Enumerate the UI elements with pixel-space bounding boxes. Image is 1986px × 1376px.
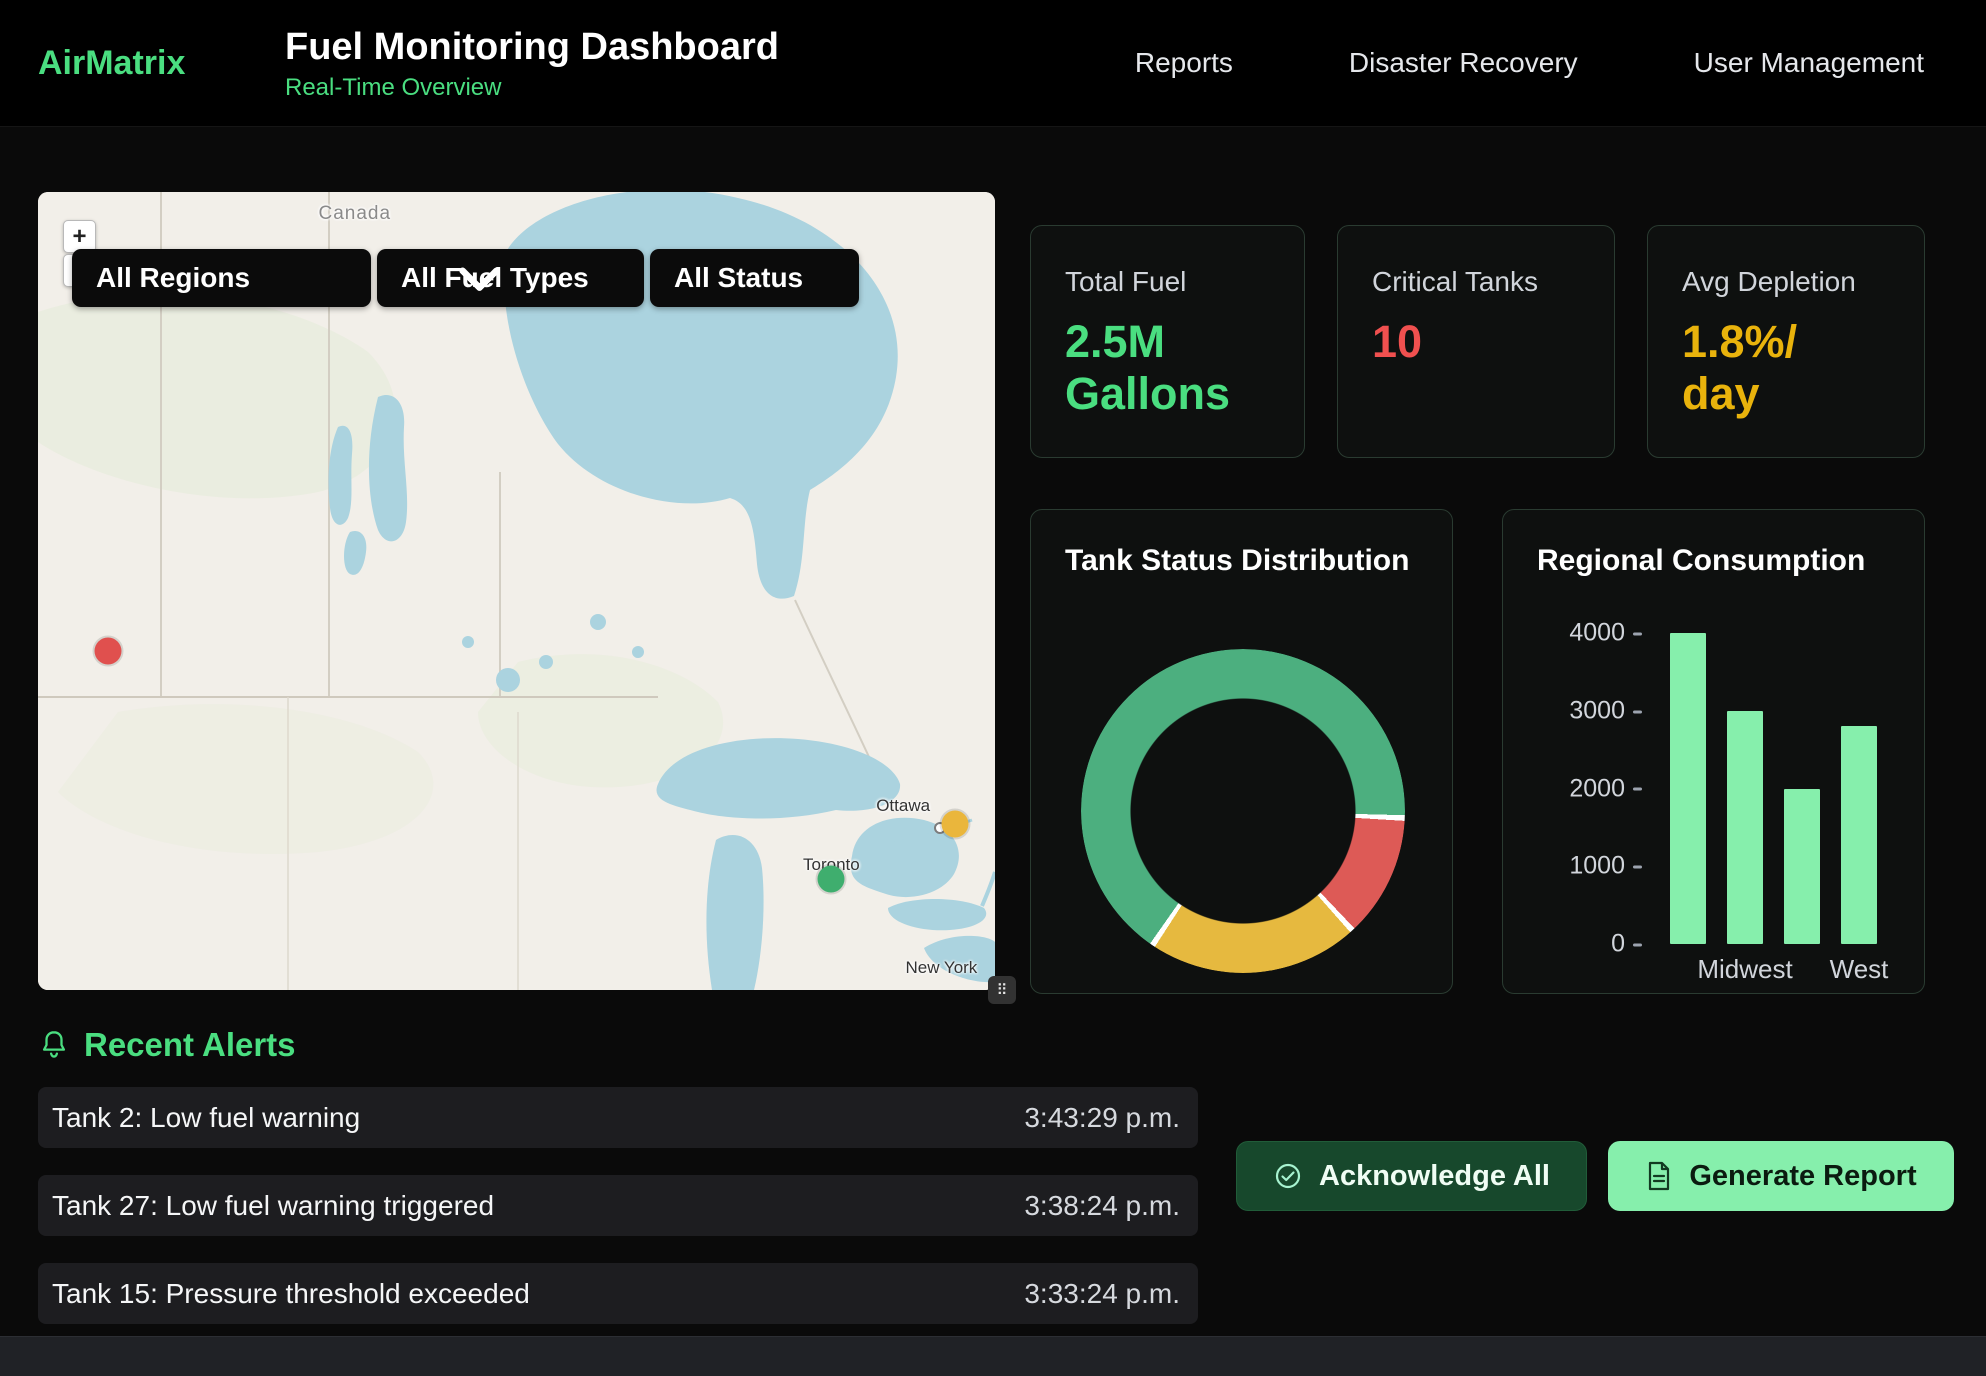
document-icon [1645,1161,1673,1191]
tank-status-card: Tank Status Distribution [1030,509,1453,994]
brand-logo[interactable]: AirMatrix [38,44,285,83]
y-tick: 2000 [1569,774,1642,803]
stat-card-critical-tanks: Critical Tanks 10 [1337,225,1615,458]
alert-time: 3:38:24 p.m. [1024,1190,1180,1222]
stat-value-avg-depletion: 1.8%/ day [1682,316,1890,420]
map-marker-warning[interactable] [941,811,968,838]
map-label-new-york: New York [905,958,977,978]
nav-disaster-recovery[interactable]: Disaster Recovery [1349,47,1578,79]
stat-card-total-fuel: Total Fuel 2.5M Gallons [1030,225,1305,458]
nav-reports[interactable]: Reports [1135,47,1233,79]
bar-West [1841,726,1877,944]
y-tick: 4000 [1569,619,1642,648]
tank-status-title: Tank Status Distribution [1065,544,1409,578]
stat-value-total-fuel: 2.5M Gallons [1065,316,1270,420]
regional-bar-labels: Midwest West [1670,954,1877,985]
stat-label: Total Fuel [1065,266,1270,298]
bar-label [1784,954,1820,985]
tank-status-donut[interactable] [1081,649,1405,973]
y-tick: 0 [1611,930,1642,959]
generate-report-label: Generate Report [1689,1160,1916,1193]
bar-label: Midwest [1727,954,1763,985]
map-marker-normal[interactable] [818,866,845,893]
bell-icon [40,1030,68,1060]
alert-message: Tank 15: Pressure threshold exceeded [52,1278,530,1310]
stat-label: Avg Depletion [1682,266,1890,298]
stat-value-critical-tanks: 10 [1372,316,1580,368]
y-tick: 1000 [1569,852,1642,881]
status-filter-dropdown[interactable]: All Status [650,249,859,307]
app-header: AirMatrix Fuel Monitoring Dashboard Real… [0,0,1986,127]
acknowledge-all-button[interactable]: Acknowledge All [1236,1141,1587,1211]
bar-2 [1784,789,1820,945]
alert-message: Tank 2: Low fuel warning [52,1102,360,1134]
resize-drag-handle[interactable]: ⠿ [988,976,1016,1004]
header-titles: Fuel Monitoring Dashboard Real-Time Over… [285,25,1135,102]
alerts-header: Recent Alerts [40,1026,296,1064]
regional-consumption-card: Regional Consumption 0 1000 2000 3000 4000 M… [1502,509,1925,994]
nav-user-management[interactable]: User Management [1694,47,1924,79]
stat-card-avg-depletion: Avg Depletion 1.8%/ day [1647,225,1925,458]
map-filter-bar: All Regions All Fuel Types All Status [72,249,859,307]
page-subtitle: Real-Time Overview [285,74,1135,102]
map[interactable]: Canada Ottawa Toronto New York + − All R… [38,192,995,990]
stat-label: Critical Tanks [1372,266,1580,298]
map-label-canada: Canada [318,203,391,225]
map-marker-critical[interactable] [94,637,121,664]
page-title: Fuel Monitoring Dashboard [285,25,1135,69]
alert-row[interactable]: Tank 15: Pressure threshold exceeded 3:3… [38,1263,1198,1324]
map-label-ottawa: Ottawa [876,796,930,816]
alert-time: 3:43:29 p.m. [1024,1102,1180,1134]
y-tick: 3000 [1569,696,1642,725]
bottom-bar [0,1336,1986,1376]
chevron-down-icon [86,249,873,307]
regional-y-axis: 01000200030004000 [1503,633,1642,944]
main-nav: Reports Disaster Recovery User Managemen… [1135,47,1924,79]
fuel-monitoring-dashboard: AirMatrix Fuel Monitoring Dashboard Real… [0,0,1986,1376]
bar-Midwest [1727,711,1763,944]
acknowledge-all-label: Acknowledge All [1319,1160,1550,1193]
alerts-title: Recent Alerts [84,1026,296,1064]
bar-label: West [1841,954,1877,985]
generate-report-button[interactable]: Generate Report [1608,1141,1954,1211]
check-circle-icon [1273,1161,1303,1191]
alert-message: Tank 27: Low fuel warning triggered [52,1190,494,1222]
alert-row[interactable]: Tank 2: Low fuel warning 3:43:29 p.m. [38,1087,1198,1148]
regional-bars[interactable] [1670,633,1877,944]
alert-time: 3:33:24 p.m. [1024,1278,1180,1310]
alert-row[interactable]: Tank 27: Low fuel warning triggered 3:38… [38,1175,1198,1236]
bar-0 [1670,633,1706,944]
regional-consumption-title: Regional Consumption [1537,544,1865,578]
